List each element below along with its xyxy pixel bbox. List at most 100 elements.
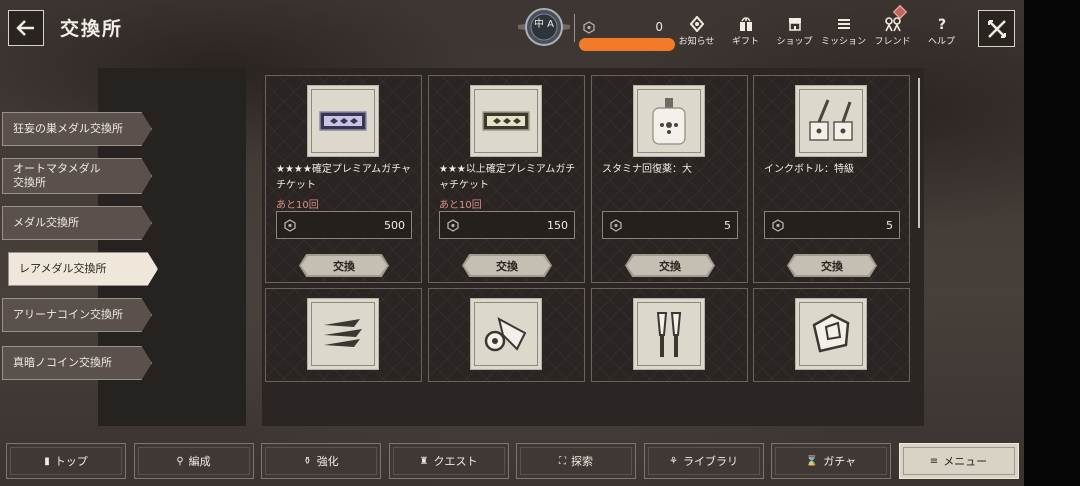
rank-emblem[interactable]: 中 A	[518, 5, 570, 49]
tab-shinan-coin[interactable]: 真暗ノコイン交換所	[2, 346, 152, 380]
item-price: 5	[764, 211, 900, 239]
bottom-nav-label: トップ	[54, 455, 88, 468]
item-image	[307, 298, 379, 370]
ore-material-icon	[812, 313, 850, 353]
gacha-icon: ⌛	[805, 455, 819, 467]
bottom-nav: ▮ トップ ⚲ 編成 ⚱ 強化 ♜ クエスト ⛶ 探索 ⚘ ライブラリ ⌛ ガチャ ≡ メニュー	[6, 443, 1026, 479]
brush-material-icon	[656, 312, 682, 357]
exchange-button[interactable]: 交換	[462, 254, 552, 277]
item-name: スタミナ回復薬：大	[602, 164, 692, 175]
gacha-ticket-icon	[482, 111, 530, 131]
currency-value: 0	[655, 20, 663, 34]
item-image	[633, 298, 705, 370]
tab-rare-medal[interactable]: レアメダル交換所	[8, 252, 158, 286]
item-image	[633, 85, 705, 157]
nav-friend[interactable]: フレンド	[868, 4, 917, 47]
gift-icon	[739, 17, 752, 31]
bottom-nav-formation[interactable]: ⚲ 編成	[133, 443, 254, 479]
tab-kyomo-medal[interactable]: 狂妄の巣メダル交換所	[2, 112, 152, 146]
shop-icon	[788, 18, 801, 31]
item-name: ★★★以上確定プレミアムガチャチケット	[439, 164, 576, 191]
redaction-mark	[579, 38, 675, 51]
formation-icon: ⚲	[176, 455, 184, 467]
item-limit: あと10回	[276, 200, 319, 211]
bottom-nav-label: クエスト	[433, 455, 478, 468]
item-name: インクボトル：特級	[764, 164, 854, 175]
log-material-icon	[484, 317, 527, 352]
bottom-nav-library[interactable]: ⚘ ライブラリ	[643, 443, 764, 479]
nav-gift[interactable]: ギフト	[721, 16, 770, 47]
bottom-nav-explore[interactable]: ⛶ 探索	[516, 443, 636, 479]
home-icon: ▮	[44, 455, 50, 467]
medal-icon	[447, 219, 459, 232]
scrollbar[interactable]	[918, 78, 920, 228]
item-name: ★★★★確定プレミアムガチャチケット	[276, 164, 412, 191]
tab-arena-coin[interactable]: アリーナコイン交換所	[2, 298, 152, 332]
exchange-item-card: スタミナ回復薬：大 5 交換	[591, 75, 748, 283]
close-icon	[987, 19, 1006, 38]
item-image	[307, 85, 379, 157]
price-value: 5	[886, 219, 893, 232]
back-button[interactable]	[8, 10, 44, 46]
price-value: 150	[547, 219, 568, 232]
ink-bottle-icon	[809, 99, 853, 141]
help-icon: ?	[937, 17, 945, 32]
mission-icon	[837, 19, 850, 29]
exchange-button[interactable]: 交換	[787, 254, 877, 277]
rank-label: 中 A	[533, 19, 555, 30]
menu-icon: ≡	[929, 455, 939, 467]
tab-label: アリーナコイン交換所	[13, 308, 123, 321]
medal-icon	[583, 21, 595, 34]
nav-help[interactable]: ? ヘルプ	[917, 16, 966, 47]
nav-mission[interactable]: ミッション	[819, 16, 868, 47]
nav-notice-label: お知らせ	[678, 37, 715, 47]
bottom-nav-menu[interactable]: ≡ メニュー	[898, 443, 1019, 479]
medal-icon	[284, 219, 296, 232]
item-price: 500	[276, 211, 412, 239]
library-icon: ⚘	[669, 455, 678, 467]
exchange-item-card: ★★★以上確定プレミアムガチャチケット あと10回 150 交換	[428, 75, 585, 283]
notice-icon	[689, 16, 704, 32]
top-nav: お知らせ ギフト ショップ ミッション フレンド ? ヘルプ	[672, 4, 966, 47]
bottom-nav-label: ライブラリ	[682, 455, 738, 468]
exchange-item-card: ★★★★確定プレミアムガチャチケット あと10回 500 交換	[265, 75, 422, 283]
item-image	[470, 85, 542, 157]
gacha-ticket-icon	[319, 111, 367, 131]
item-price: 5	[602, 211, 738, 239]
currency-display: 0	[574, 14, 675, 51]
enhance-icon: ⚱	[303, 455, 312, 467]
exchange-button[interactable]: 交換	[299, 254, 389, 277]
svg-text:?: ?	[937, 17, 945, 32]
item-image	[795, 85, 867, 157]
bottom-nav-top[interactable]: ▮ トップ	[6, 443, 126, 479]
medal-icon	[610, 219, 622, 232]
bottom-nav-label: 編成	[188, 455, 211, 468]
exchange-item-card: インクボトル：特級 5 交換	[753, 75, 910, 283]
item-image	[795, 298, 867, 370]
quest-icon: ♜	[419, 455, 429, 467]
price-value: 5	[724, 219, 731, 232]
nav-notice[interactable]: お知らせ	[672, 16, 721, 47]
nav-help-label: ヘルプ	[927, 37, 955, 47]
nav-shop[interactable]: ショップ	[770, 16, 819, 47]
bottom-nav-quest[interactable]: ♜ クエスト	[388, 443, 509, 479]
arrow-left-icon	[16, 20, 34, 36]
bottom-nav-gacha[interactable]: ⌛ ガチャ	[771, 443, 891, 479]
close-button[interactable]	[978, 10, 1015, 47]
bottom-nav-label: ガチャ	[823, 455, 857, 468]
bottom-nav-enhance[interactable]: ⚱ 強化	[261, 443, 381, 479]
tab-label: オートマタメダル 交換所	[13, 162, 101, 189]
explore-icon: ⛶	[559, 455, 566, 467]
exchange-item-card	[591, 288, 748, 382]
exchange-item-card	[428, 288, 585, 382]
tab-label: 真暗ノコイン交換所	[13, 356, 112, 369]
tab-medal[interactable]: メダル交換所	[2, 206, 152, 240]
tab-automata-medal[interactable]: オートマタメダル 交換所	[2, 158, 152, 194]
bottom-nav-label: メニュー	[943, 455, 988, 468]
exchange-item-card	[753, 288, 910, 382]
bottom-nav-label: 強化	[316, 455, 339, 468]
nav-mission-label: ミッション	[820, 37, 866, 47]
exchange-button[interactable]: 交換	[625, 254, 715, 277]
screen-edge	[1024, 0, 1080, 486]
tab-label: レアメダル交換所	[19, 262, 107, 275]
